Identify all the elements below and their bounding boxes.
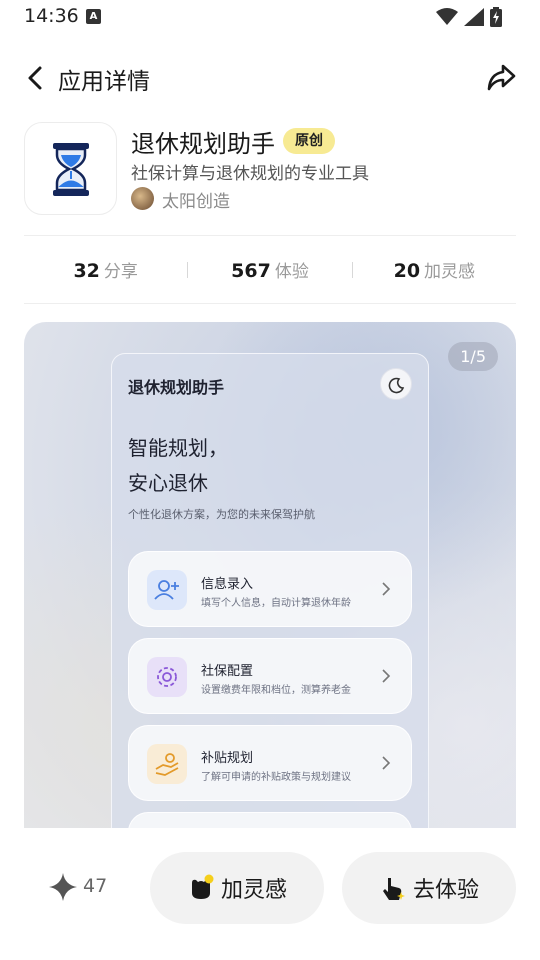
battery-charging-icon	[490, 7, 502, 27]
app-icon	[24, 122, 117, 215]
preview-menu-item	[128, 812, 412, 828]
a-badge-icon: A	[86, 9, 101, 24]
back-arrow-icon[interactable]	[22, 64, 48, 92]
stat-inspirations-label: 加灵感	[424, 262, 476, 282]
stat-experiences-label: 体验	[274, 262, 309, 282]
menu-item-subtitle: 设置缴费年限和档位，测算养老金	[201, 685, 351, 696]
wifi-icon	[436, 8, 458, 25]
creator-name[interactable]: 太阳创造	[162, 187, 230, 212]
signal-icon	[464, 8, 484, 26]
tap-hand-icon	[382, 878, 405, 900]
preview-menu-item: 补贴规划 了解可申请的补贴政策与规划建议	[128, 725, 412, 801]
hand-coin-icon	[147, 744, 187, 784]
bottom-action-bar: 47 加灵感 去体验	[0, 828, 540, 960]
stat-experiences: 567 体验	[188, 257, 351, 282]
preview-slogan-line1: 智能规划，	[128, 436, 228, 460]
dark-mode-button	[380, 368, 412, 400]
try-app-button[interactable]: 去体验	[342, 852, 516, 924]
menu-item-subtitle: 填写个人信息，自动计算退休年龄	[201, 598, 351, 609]
stat-inspirations-value: 20	[393, 260, 421, 282]
sparkle-icon[interactable]	[48, 872, 78, 902]
menu-item-title: 补贴规划	[201, 751, 254, 766]
menu-item-subtitle: 了解可申请的补贴政策与规划建议	[201, 772, 351, 783]
status-icons	[436, 7, 502, 27]
try-app-label: 去体验	[412, 878, 479, 903]
stat-experiences-value: 567	[231, 260, 271, 282]
status-time: 14:36	[24, 5, 79, 27]
add-inspiration-button[interactable]: 加灵感	[150, 852, 324, 924]
preview-app-title: 退休规划助手	[128, 378, 225, 397]
menu-item-title: 社保配置	[201, 664, 254, 679]
chevron-right-icon	[382, 756, 391, 770]
moon-icon	[388, 377, 405, 394]
preview-slogan-line2: 安心退休	[128, 471, 208, 495]
chevron-right-icon	[382, 582, 391, 596]
inspiration-icon	[191, 874, 214, 899]
divider	[24, 303, 516, 304]
gear-icon	[147, 657, 187, 697]
hourglass-icon	[53, 143, 89, 196]
preview-subtitle: 个性化退休方案，为您的未来保驾护航	[128, 508, 315, 521]
stat-shares-value: 32	[73, 260, 100, 282]
original-badge: 原创	[283, 128, 335, 154]
creator-avatar[interactable]	[131, 187, 154, 210]
preview-menu-item: 社保配置 设置缴费年限和档位，测算养老金	[128, 638, 412, 714]
preview-menu-item: 信息录入 填写个人信息，自动计算退休年龄	[128, 551, 412, 627]
preview-carousel[interactable]: 退休规划助手 智能规划， 安心退休 个性化退休方案，为您的未来保驾护航 信息录入…	[24, 322, 516, 828]
status-bar: 14:36 A	[0, 0, 540, 34]
menu-item-title: 信息录入	[201, 577, 254, 592]
add-user-icon	[147, 570, 187, 610]
add-inspiration-label: 加灵感	[220, 878, 287, 903]
share-icon[interactable]	[484, 60, 518, 94]
page-title: 应用详情	[58, 69, 150, 95]
stats-row: 32 分享 567 体验 20 加灵感	[24, 236, 516, 303]
chevron-right-icon	[382, 669, 391, 683]
page-indicator: 1/5	[448, 342, 498, 371]
stat-shares: 32 分享	[24, 257, 187, 282]
like-count[interactable]: 47	[83, 875, 107, 897]
stat-inspirations: 20 加灵感	[353, 257, 516, 282]
app-header: 应用详情	[0, 56, 540, 100]
app-name: 退休规划助手	[131, 130, 275, 158]
preview-screenshot: 退休规划助手 智能规划， 安心退休 个性化退休方案，为您的未来保驾护航 信息录入…	[111, 353, 429, 828]
stat-shares-label: 分享	[103, 262, 138, 282]
app-description: 社保计算与退休规划的专业工具	[131, 164, 369, 184]
